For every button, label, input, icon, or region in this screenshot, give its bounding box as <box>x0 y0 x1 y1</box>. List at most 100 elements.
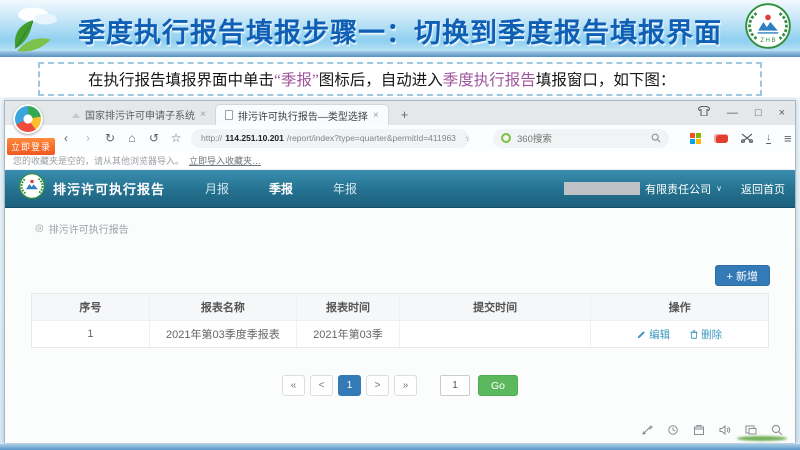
page-prev-button[interactable]: < <box>310 375 333 396</box>
col-header-time: 报表时间 <box>297 294 400 320</box>
green-highlight-mark <box>737 436 787 441</box>
table-row: 1 2021年第03季度季报表 2021年第03季 编辑 删除 <box>32 320 768 347</box>
window-controls: — □ × <box>698 106 785 119</box>
instruction-text-2: 图标后，自动进入 <box>319 68 443 90</box>
import-favorites-link[interactable]: 立即导入收藏夹… <box>189 154 261 167</box>
cell-report-time: 2021年第03季 <box>297 321 400 347</box>
table-header-row: 序号 报表名称 报表时间 提交时间 操作 <box>32 294 768 320</box>
gamepad-icon[interactable] <box>714 134 728 143</box>
browser-logo-icon[interactable] <box>13 104 43 134</box>
notice-text: 您的收藏夹是空的，请从其他浏览器导入。 <box>13 154 184 167</box>
scissors-icon[interactable] <box>741 133 753 143</box>
search-engine-360-icon <box>501 133 511 143</box>
tab-label: 国家排污许可申请子系统 <box>85 107 195 122</box>
minimize-button[interactable]: — <box>727 107 738 119</box>
zhb-logo-icon: Z H B <box>745 3 791 54</box>
browser-window: 立即登录 国家排污许可申请子系统 × 排污许可执行报告—类型选择 × + — □… <box>4 100 796 443</box>
page-go-button[interactable]: Go <box>478 375 518 396</box>
company-suffix: 有限责任公司 <box>645 181 711 197</box>
cell-report-name: 2021年第03季度季报表 <box>150 321 297 347</box>
refresh-icon[interactable]: ↻ <box>103 131 117 145</box>
window-split-icon[interactable] <box>745 424 757 436</box>
tab-report-type-select[interactable]: 排污许可执行报告—类型选择 × <box>215 104 389 125</box>
breadcrumb: ◎ 排污许可执行报告 <box>35 221 129 236</box>
cell-index: 1 <box>32 321 150 347</box>
page-next-button[interactable]: > <box>366 375 389 396</box>
cell-submit-time <box>400 321 591 347</box>
page-content: ◎ 排污许可执行报告 + 新增 序号 报表名称 报表时间 提交时间 操作 1 2… <box>5 207 795 443</box>
tab-bar: 国家排污许可申请子系统 × 排污许可执行报告—类型选择 × + — □ × <box>5 101 795 125</box>
package-box-icon[interactable] <box>693 424 705 436</box>
search-magnifier-icon[interactable] <box>651 133 661 143</box>
site-logo-icon <box>19 173 45 204</box>
favorites-star-icon[interactable]: ☆ <box>169 131 183 145</box>
hamburger-menu-icon[interactable]: ≡ <box>784 131 792 146</box>
breadcrumb-label: 排污许可执行报告 <box>49 221 129 236</box>
browser-bottom-toolbar <box>641 424 783 436</box>
page-doc-icon <box>225 110 233 120</box>
slide-title: 季度执行报告填报步骤一：切换到季度报告填报界面 <box>70 11 730 50</box>
banner-divider <box>0 51 800 57</box>
report-table: 序号 报表名称 报表时间 提交时间 操作 1 2021年第03季度季报表 202… <box>31 293 769 348</box>
page-1-button[interactable]: 1 <box>338 375 361 396</box>
restore-session-icon[interactable]: ↺ <box>147 131 161 145</box>
theme-shirt-icon[interactable] <box>698 106 710 119</box>
edit-label: 编辑 <box>649 327 670 342</box>
delete-trash-icon <box>690 330 698 339</box>
zoom-magnifier-icon[interactable] <box>771 424 783 436</box>
delete-link[interactable]: 删除 <box>690 327 722 342</box>
col-header-index: 序号 <box>32 294 150 320</box>
add-new-report-button[interactable]: + 新增 <box>715 265 770 286</box>
search-box[interactable]: 360搜索 <box>493 129 669 148</box>
cell-operations: 编辑 删除 <box>591 321 768 347</box>
page-first-button[interactable]: « <box>282 375 305 396</box>
tab-label: 排污许可执行报告—类型选择 <box>238 108 368 123</box>
close-button[interactable]: × <box>779 107 785 119</box>
col-header-submit-time: 提交时间 <box>400 294 591 320</box>
page-last-button[interactable]: » <box>394 375 417 396</box>
apps-grid-icon[interactable] <box>690 133 701 144</box>
site-title: 排污许可执行报告 <box>53 179 165 198</box>
tab-permit-apply-system[interactable]: 国家排污许可申请子系统 × <box>63 104 215 125</box>
back-icon[interactable]: ‹ <box>59 131 73 145</box>
maximize-button[interactable]: □ <box>755 107 762 119</box>
page-jump-input[interactable] <box>440 375 470 396</box>
volume-speaker-icon[interactable] <box>719 424 731 436</box>
launcher-rocket-icon[interactable] <box>641 424 653 436</box>
home-icon[interactable]: ⌂ <box>125 131 139 145</box>
instruction-highlight-quarter: “季报” <box>274 68 319 90</box>
address-bar[interactable]: http://114.251.10.201/report/index?type=… <box>191 129 469 148</box>
url-path: /report/index?type=quarter&permitId=4119… <box>287 133 456 143</box>
account-chevron-down-icon[interactable]: ∨ <box>716 184 722 193</box>
menu-monthly-report[interactable]: 月报 <box>205 180 229 197</box>
menu-annual-report[interactable]: 年报 <box>333 180 357 197</box>
breadcrumb-target-icon: ◎ <box>35 223 44 234</box>
toolbar-extensions: ↓ ≡ <box>690 131 792 146</box>
download-icon[interactable]: ↓ <box>766 133 771 144</box>
url-scheme: http:// <box>201 133 222 143</box>
history-refresh-icon[interactable] <box>667 424 679 436</box>
instruction-box: 在执行报告填报界面中单击“季报”图标后，自动进入季度执行报告填报窗口，如下图： <box>38 62 762 96</box>
edit-pencil-icon <box>637 330 646 339</box>
login-badge[interactable]: 立即登录 <box>7 138 55 155</box>
forward-icon[interactable]: › <box>81 131 95 145</box>
new-tab-button[interactable]: + <box>401 108 409 121</box>
company-name-redacted <box>564 182 640 195</box>
site-header: 排污许可执行报告 月报 季报 年报 有限责任公司 ∨ 返回首页 <box>5 170 795 207</box>
tab-close-icon[interactable]: × <box>200 109 206 120</box>
browser-toolbar: ‹ › ↻ ⌂ ↺ ☆ http://114.251.10.201/report… <box>5 125 795 151</box>
return-home-link[interactable]: 返回首页 <box>741 181 785 197</box>
url-host: 114.251.10.201 <box>225 133 284 143</box>
instruction-text-3: 填报窗口，如下图： <box>536 68 676 90</box>
edit-link[interactable]: 编辑 <box>637 327 670 342</box>
account-area: 有限责任公司 ∨ 返回首页 <box>564 181 785 197</box>
tab-close-icon[interactable]: × <box>373 110 379 121</box>
col-header-name: 报表名称 <box>150 294 297 320</box>
pagination: « < 1 > » Go <box>5 375 795 396</box>
leaf-cloud-decoration-icon <box>3 2 65 59</box>
slide-bottom-strip <box>0 444 800 450</box>
search-placeholder: 360搜索 <box>517 131 552 145</box>
instruction-text-1: 在执行报告填报界面中单击 <box>88 68 274 90</box>
bookmark-star-icon[interactable]: ☆ <box>465 133 469 144</box>
menu-quarterly-report[interactable]: 季报 <box>269 180 293 197</box>
